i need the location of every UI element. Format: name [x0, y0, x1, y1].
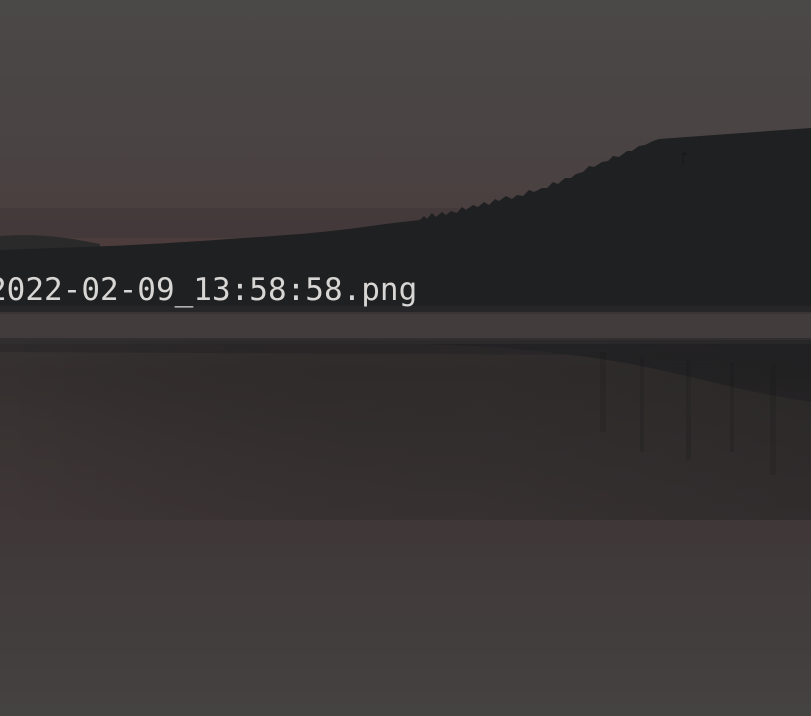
desktop: 2022-02-09_13:58:58.png — [0, 0, 811, 716]
file-icon-label[interactable]: 2022-02-09_13:58:58.png — [0, 270, 417, 310]
desktop-wallpaper — [0, 0, 811, 716]
